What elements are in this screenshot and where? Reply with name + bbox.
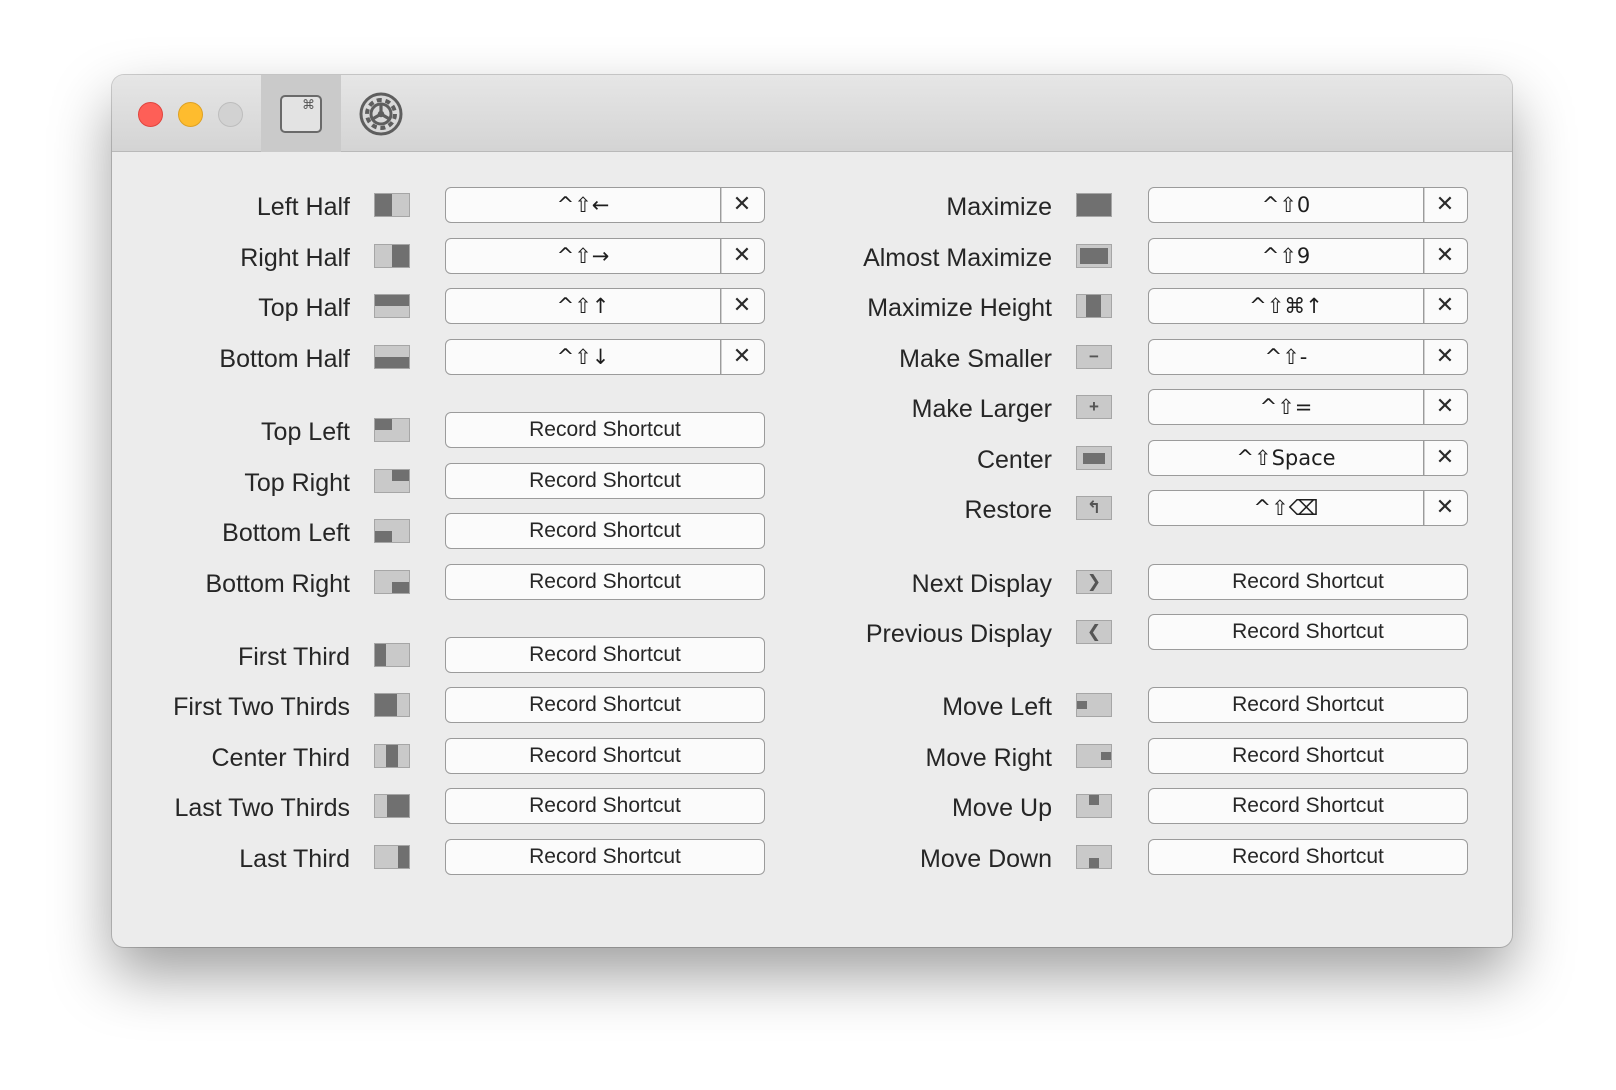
- make-larger-shortcut-field[interactable]: ^⇧= ✕: [1148, 389, 1468, 425]
- center-icon: [1076, 446, 1112, 470]
- previous-display-label: Previous Display: [865, 620, 1052, 648]
- zoom-window-button[interactable]: [218, 102, 243, 127]
- shortcut-row-move-left: Move Left Record Shortcut: [112, 687, 1512, 723]
- maximize-height-clear-button[interactable]: ✕: [1423, 289, 1467, 323]
- almost-maximize-clear-button[interactable]: ✕: [1423, 239, 1467, 273]
- make-larger-clear-button[interactable]: ✕: [1423, 390, 1467, 424]
- move-left-label: Move Left: [942, 693, 1052, 721]
- shortcut-row-make-larger: Make Larger + ^⇧= ✕: [112, 389, 1512, 425]
- center-clear-button[interactable]: ✕: [1423, 441, 1467, 475]
- make-larger-label: Make Larger: [911, 395, 1052, 423]
- make-smaller-clear-button[interactable]: ✕: [1423, 340, 1467, 374]
- shortcut-row-maximize-height: Maximize Height ^⇧⌘↑ ✕: [112, 288, 1512, 324]
- shortcut-row-maximize: Maximize ^⇧0 ✕: [112, 187, 1512, 223]
- shortcut-row-center: Center ^⇧Space ✕: [112, 440, 1512, 476]
- move-up-label: Move Up: [951, 794, 1052, 822]
- move-up-record-shortcut-button[interactable]: Record Shortcut: [1148, 788, 1468, 824]
- make-smaller-shortcut-field[interactable]: ^⇧- ✕: [1148, 339, 1468, 375]
- close-window-button[interactable]: [138, 102, 163, 127]
- minus-icon: −: [1076, 345, 1112, 369]
- maximize-shortcut-field[interactable]: ^⇧0 ✕: [1148, 187, 1468, 223]
- maximize-icon: [1076, 193, 1112, 217]
- move-left-record-shortcut-button[interactable]: Record Shortcut: [1148, 687, 1468, 723]
- make-larger-shortcut-combo[interactable]: ^⇧=: [1149, 390, 1424, 424]
- tab-shortcuts[interactable]: ⌘: [261, 75, 341, 152]
- center-shortcut-combo[interactable]: ^⇧Space: [1149, 441, 1424, 475]
- restore-icon: ↰: [1076, 496, 1112, 520]
- restore-label: Restore: [964, 496, 1052, 524]
- previous-display-icon: ❮: [1076, 620, 1112, 644]
- plus-icon: +: [1076, 395, 1112, 419]
- gear-icon: [359, 92, 403, 135]
- make-smaller-label: Make Smaller: [899, 345, 1052, 373]
- almost-maximize-label: Almost Maximize: [863, 244, 1052, 272]
- shortcut-row-next-display: Next Display ❯ Record Shortcut: [112, 564, 1512, 600]
- tab-settings[interactable]: [341, 75, 421, 152]
- next-display-record-shortcut-button[interactable]: Record Shortcut: [1148, 564, 1468, 600]
- move-right-label: Move Right: [925, 744, 1052, 772]
- shortcut-row-almost-maximize: Almost Maximize ^⇧9 ✕: [112, 238, 1512, 274]
- almost-maximize-shortcut-combo[interactable]: ^⇧9: [1149, 239, 1424, 273]
- shortcut-row-restore: Restore ↰ ^⇧⌫ ✕: [112, 490, 1512, 526]
- center-shortcut-field[interactable]: ^⇧Space ✕: [1148, 440, 1468, 476]
- previous-display-record-shortcut-button[interactable]: Record Shortcut: [1148, 614, 1468, 650]
- shortcut-row-move-down: Move Down Record Shortcut: [112, 839, 1512, 875]
- almost-maximize-icon: [1076, 244, 1112, 268]
- maximize-height-shortcut-field[interactable]: ^⇧⌘↑ ✕: [1148, 288, 1468, 324]
- move-right-record-shortcut-button[interactable]: Record Shortcut: [1148, 738, 1468, 774]
- move-down-icon: [1076, 845, 1112, 869]
- shortcut-row-move-up: Move Up Record Shortcut: [112, 788, 1512, 824]
- maximize-height-icon: [1076, 294, 1112, 318]
- maximize-label: Maximize: [946, 193, 1052, 221]
- shortcut-row-previous-display: Previous Display ❮ Record Shortcut: [112, 614, 1512, 650]
- restore-clear-button[interactable]: ✕: [1423, 491, 1467, 525]
- make-smaller-shortcut-combo[interactable]: ^⇧-: [1149, 340, 1424, 374]
- preferences-window: ⌘ Left Half ^⇧← ✕ Right Half ^⇧→ ✕ Top Half ^⇧↑…: [112, 75, 1512, 947]
- move-right-icon: [1076, 744, 1112, 768]
- maximize-height-label: Maximize Height: [867, 294, 1052, 322]
- shortcut-row-make-smaller: Make Smaller − ^⇧- ✕: [112, 339, 1512, 375]
- move-left-icon: [1076, 693, 1112, 717]
- move-down-record-shortcut-button[interactable]: Record Shortcut: [1148, 839, 1468, 875]
- maximize-shortcut-combo[interactable]: ^⇧0: [1149, 188, 1424, 222]
- maximize-clear-button[interactable]: ✕: [1423, 188, 1467, 222]
- titlebar: ⌘: [112, 75, 1512, 152]
- maximize-height-shortcut-combo[interactable]: ^⇧⌘↑: [1149, 289, 1424, 323]
- minimize-window-button[interactable]: [178, 102, 203, 127]
- almost-maximize-shortcut-field[interactable]: ^⇧9 ✕: [1148, 238, 1468, 274]
- move-up-icon: [1076, 794, 1112, 818]
- restore-shortcut-combo[interactable]: ^⇧⌫: [1149, 491, 1424, 525]
- move-down-label: Move Down: [920, 845, 1052, 873]
- center-label: Center: [976, 446, 1052, 474]
- restore-shortcut-field[interactable]: ^⇧⌫ ✕: [1148, 490, 1468, 526]
- next-display-icon: ❯: [1076, 570, 1112, 594]
- command-key-icon: ⌘: [280, 94, 322, 133]
- next-display-label: Next Display: [911, 570, 1052, 598]
- shortcut-row-move-right: Move Right Record Shortcut: [112, 738, 1512, 774]
